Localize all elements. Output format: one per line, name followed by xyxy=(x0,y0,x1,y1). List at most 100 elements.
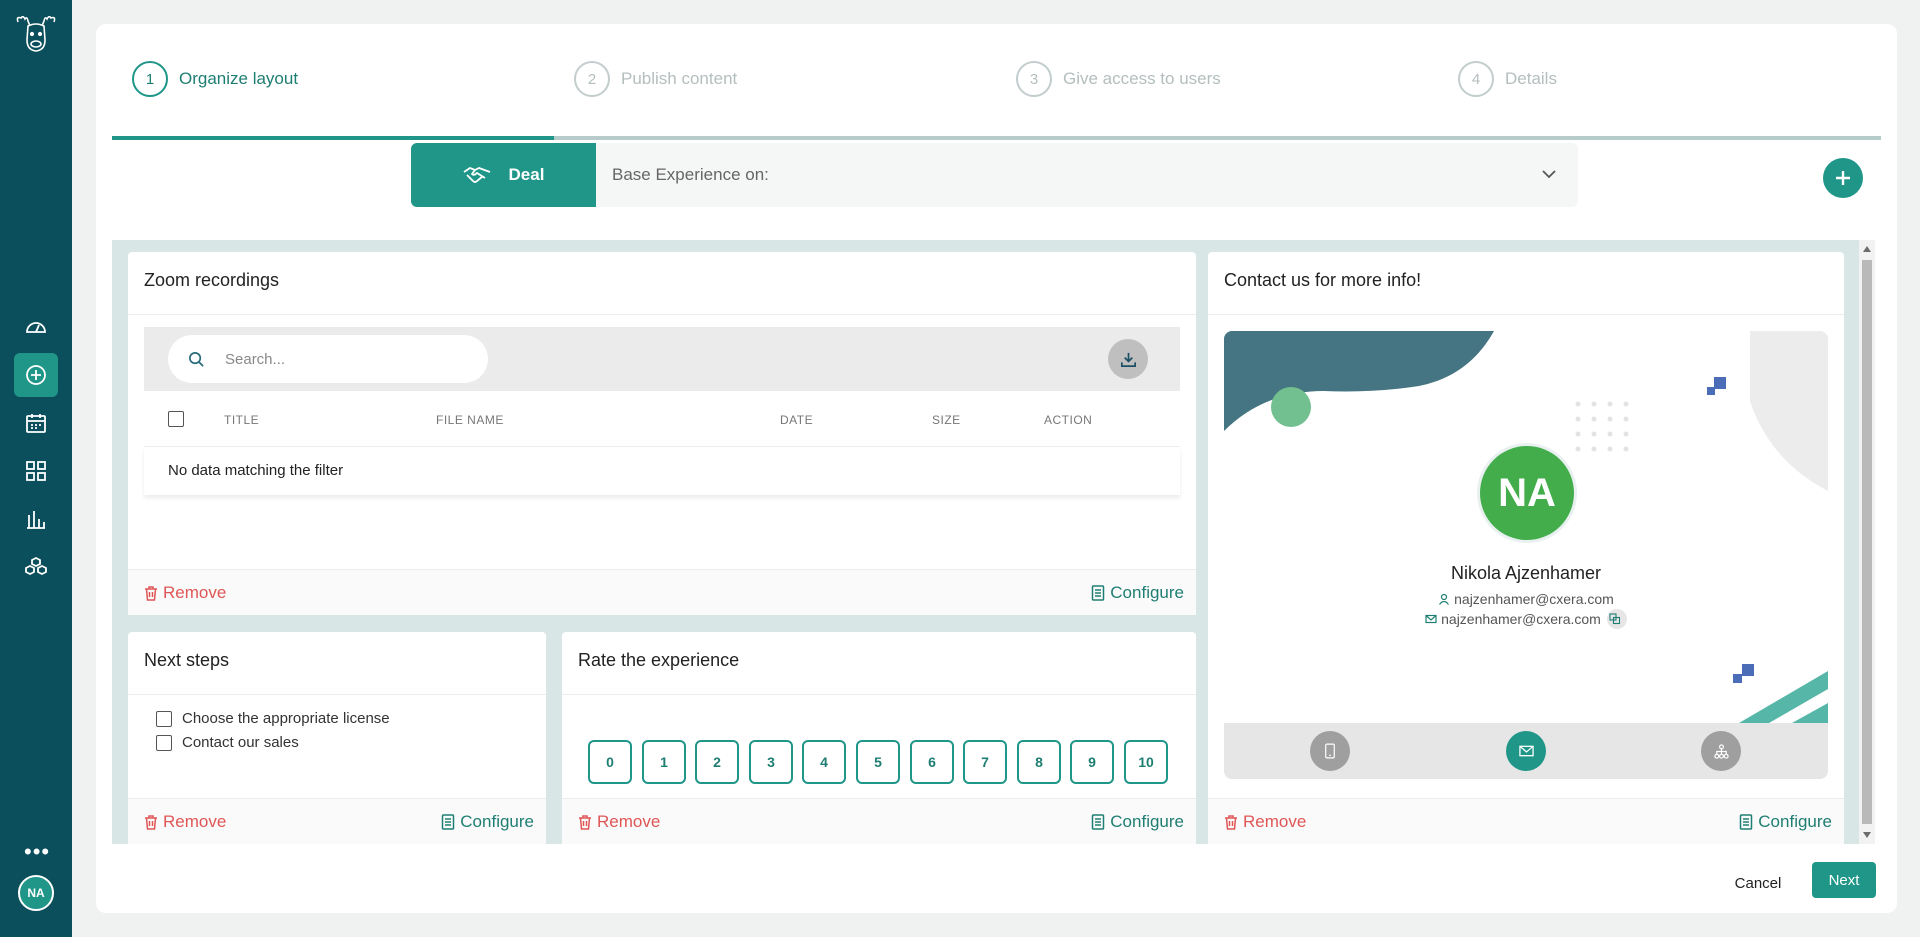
widget-title: Zoom recordings xyxy=(128,252,1196,315)
step-label: Publish content xyxy=(621,69,738,88)
search-icon xyxy=(189,351,204,367)
checklist-checkbox[interactable] xyxy=(156,710,172,727)
step-details[interactable]: 4 Details xyxy=(1458,54,1557,104)
step-give-access[interactable]: 3 Give access to users xyxy=(1016,54,1221,104)
contact-actions-bar xyxy=(1224,723,1828,779)
contact-email[interactable]: najzenhamer@cxera.com xyxy=(1441,611,1601,627)
column-header-action[interactable]: ACTION xyxy=(1044,413,1092,427)
column-header-size[interactable]: SIZE xyxy=(932,413,961,427)
checklist-item-label: Choose the appropriate license xyxy=(182,710,390,727)
trash-icon xyxy=(1225,814,1237,830)
canvas-scrollbar[interactable] xyxy=(1859,240,1875,844)
sidebar-apps-grid-icon[interactable] xyxy=(14,449,58,493)
deal-button[interactable]: Deal xyxy=(411,143,596,207)
rating-option-8[interactable]: 8 xyxy=(1017,740,1061,784)
base-experience-select[interactable]: Base Experience on: xyxy=(596,143,1578,207)
remove-button[interactable]: Remove xyxy=(144,583,226,603)
sidebar-calendar-icon[interactable] xyxy=(14,401,58,445)
contact-email-button[interactable] xyxy=(1506,731,1546,771)
configure-button[interactable]: Configure xyxy=(1091,812,1184,832)
sidebar-create-plus-icon[interactable] xyxy=(14,353,58,397)
remove-button[interactable]: Remove xyxy=(144,812,226,832)
scroll-up-arrow-icon[interactable] xyxy=(1863,246,1871,252)
checklist-item-label: Contact our sales xyxy=(182,734,299,751)
step-publish-content[interactable]: 2 Publish content xyxy=(574,54,737,104)
step-number: 3 xyxy=(1016,61,1052,97)
rating-option-3[interactable]: 3 xyxy=(749,740,793,784)
copy-icon xyxy=(1609,613,1620,625)
contact-card: NA Nikola Ajzenhamer najzenhamer@cxera.c… xyxy=(1224,331,1828,779)
contact-avatar-initials: NA xyxy=(1480,446,1574,540)
configure-label: Configure xyxy=(1110,582,1184,602)
configure-label: Configure xyxy=(1758,811,1832,831)
handshake-icon xyxy=(463,166,490,183)
rating-option-5[interactable]: 5 xyxy=(856,740,900,784)
checklist-item[interactable]: Contact our sales xyxy=(156,734,299,751)
envelope-icon xyxy=(1425,614,1437,624)
table-empty-message: No data matching the filter xyxy=(144,447,1180,495)
configure-button[interactable]: Configure xyxy=(1091,583,1184,603)
remove-label: Remove xyxy=(163,811,227,831)
copy-email-button[interactable] xyxy=(1606,609,1627,629)
configure-label: Configure xyxy=(1110,811,1184,831)
search-input[interactable] xyxy=(225,350,445,368)
sidebar-dashboard-gauge-icon[interactable] xyxy=(14,305,58,349)
org-chart-icon xyxy=(1713,743,1729,759)
trash-icon xyxy=(145,814,157,830)
contact-phone-button[interactable] xyxy=(1310,731,1350,771)
sidebar-user-avatar[interactable]: NA xyxy=(18,875,54,911)
chevron-down-icon xyxy=(1542,170,1556,179)
configure-document-icon xyxy=(1092,584,1105,601)
main-card: 1 Organize layout 2 Publish content 3 Gi… xyxy=(96,24,1897,913)
sidebar-analytics-chart-icon[interactable] xyxy=(14,497,58,541)
step-progress-fill xyxy=(112,136,554,140)
rating-option-0[interactable]: 0 xyxy=(588,740,632,784)
scrollbar-thumb[interactable] xyxy=(1862,260,1872,824)
rating-option-4[interactable]: 4 xyxy=(802,740,846,784)
plus-icon xyxy=(1836,171,1850,185)
trash-icon xyxy=(145,585,157,601)
zoom-toolbar xyxy=(144,327,1180,391)
configure-button[interactable]: Configure xyxy=(1739,812,1832,832)
step-number: 1 xyxy=(132,61,168,97)
download-button[interactable] xyxy=(1108,339,1148,379)
remove-label: Remove xyxy=(163,582,227,602)
trash-icon xyxy=(579,814,591,830)
widget-footer: Remove Configure xyxy=(1208,798,1844,844)
step-organize-layout[interactable]: 1 Organize layout xyxy=(132,54,298,104)
rating-option-6[interactable]: 6 xyxy=(910,740,954,784)
configure-label: Configure xyxy=(460,811,534,831)
contact-org-chart-button[interactable] xyxy=(1701,731,1741,771)
user-icon xyxy=(1439,593,1450,605)
remove-button[interactable]: Remove xyxy=(578,812,660,832)
next-button[interactable]: Next xyxy=(1812,862,1876,898)
moose-logo-icon[interactable] xyxy=(14,14,58,54)
widget-footer: Remove Configure xyxy=(128,569,1196,615)
widget-title: Contact us for more info! xyxy=(1208,252,1844,315)
rating-option-7[interactable]: 7 xyxy=(963,740,1007,784)
rating-option-9[interactable]: 9 xyxy=(1070,740,1114,784)
select-all-checkbox[interactable] xyxy=(168,411,184,427)
rating-option-2[interactable]: 2 xyxy=(695,740,739,784)
rating-option-10[interactable]: 10 xyxy=(1124,740,1168,784)
checklist-item[interactable]: Choose the appropriate license xyxy=(156,710,390,727)
contact-avatar: NA xyxy=(1477,443,1577,543)
column-header-file-name[interactable]: FILE NAME xyxy=(436,413,504,427)
remove-button[interactable]: Remove xyxy=(1224,812,1306,832)
rating-option-1[interactable]: 1 xyxy=(642,740,686,784)
column-header-date[interactable]: DATE xyxy=(780,413,813,427)
next-steps-widget: Next steps Choose the appropriate licens… xyxy=(128,632,546,844)
sidebar: ••• NA xyxy=(0,0,72,937)
checklist-checkbox[interactable] xyxy=(156,734,172,751)
step-number: 2 xyxy=(574,61,610,97)
sidebar-more-dots-icon[interactable]: ••• xyxy=(24,841,50,863)
configure-button[interactable]: Configure xyxy=(441,812,534,832)
column-header-title[interactable]: TITLE xyxy=(224,413,259,427)
step-label: Details xyxy=(1505,69,1557,88)
stepper: 1 Organize layout 2 Publish content 3 Gi… xyxy=(112,54,1881,140)
add-widget-button[interactable] xyxy=(1823,158,1863,198)
mobile-phone-icon xyxy=(1325,743,1335,759)
cancel-button[interactable]: Cancel xyxy=(1718,866,1798,900)
sidebar-integrations-cubes-icon[interactable] xyxy=(14,545,58,589)
scroll-down-arrow-icon[interactable] xyxy=(1863,832,1871,838)
